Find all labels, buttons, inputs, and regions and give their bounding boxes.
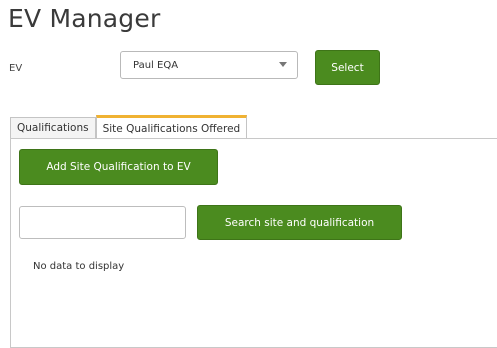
ev-dropdown[interactable]: Paul EQA (120, 51, 298, 79)
tab-site-qualifications-offered[interactable]: Site Qualifications Offered (95, 115, 248, 139)
tab-bar: Qualifications Site Qualifications Offer… (10, 115, 248, 139)
empty-state-text: No data to display (33, 261, 125, 272)
add-site-qualification-button[interactable]: Add Site Qualification to EV (19, 149, 218, 185)
ev-dropdown-value: Paul EQA (133, 59, 179, 71)
select-button[interactable]: Select (315, 50, 380, 85)
tab-qualifications[interactable]: Qualifications (10, 117, 96, 138)
tab-panel: Add Site Qualification to EV Search site… (10, 138, 497, 348)
search-button[interactable]: Search site and qualification (197, 205, 402, 240)
search-input[interactable] (19, 206, 186, 239)
ev-label: EV (9, 63, 23, 74)
page-title: EV Manager (8, 4, 161, 33)
chevron-down-icon[interactable] (279, 62, 287, 67)
